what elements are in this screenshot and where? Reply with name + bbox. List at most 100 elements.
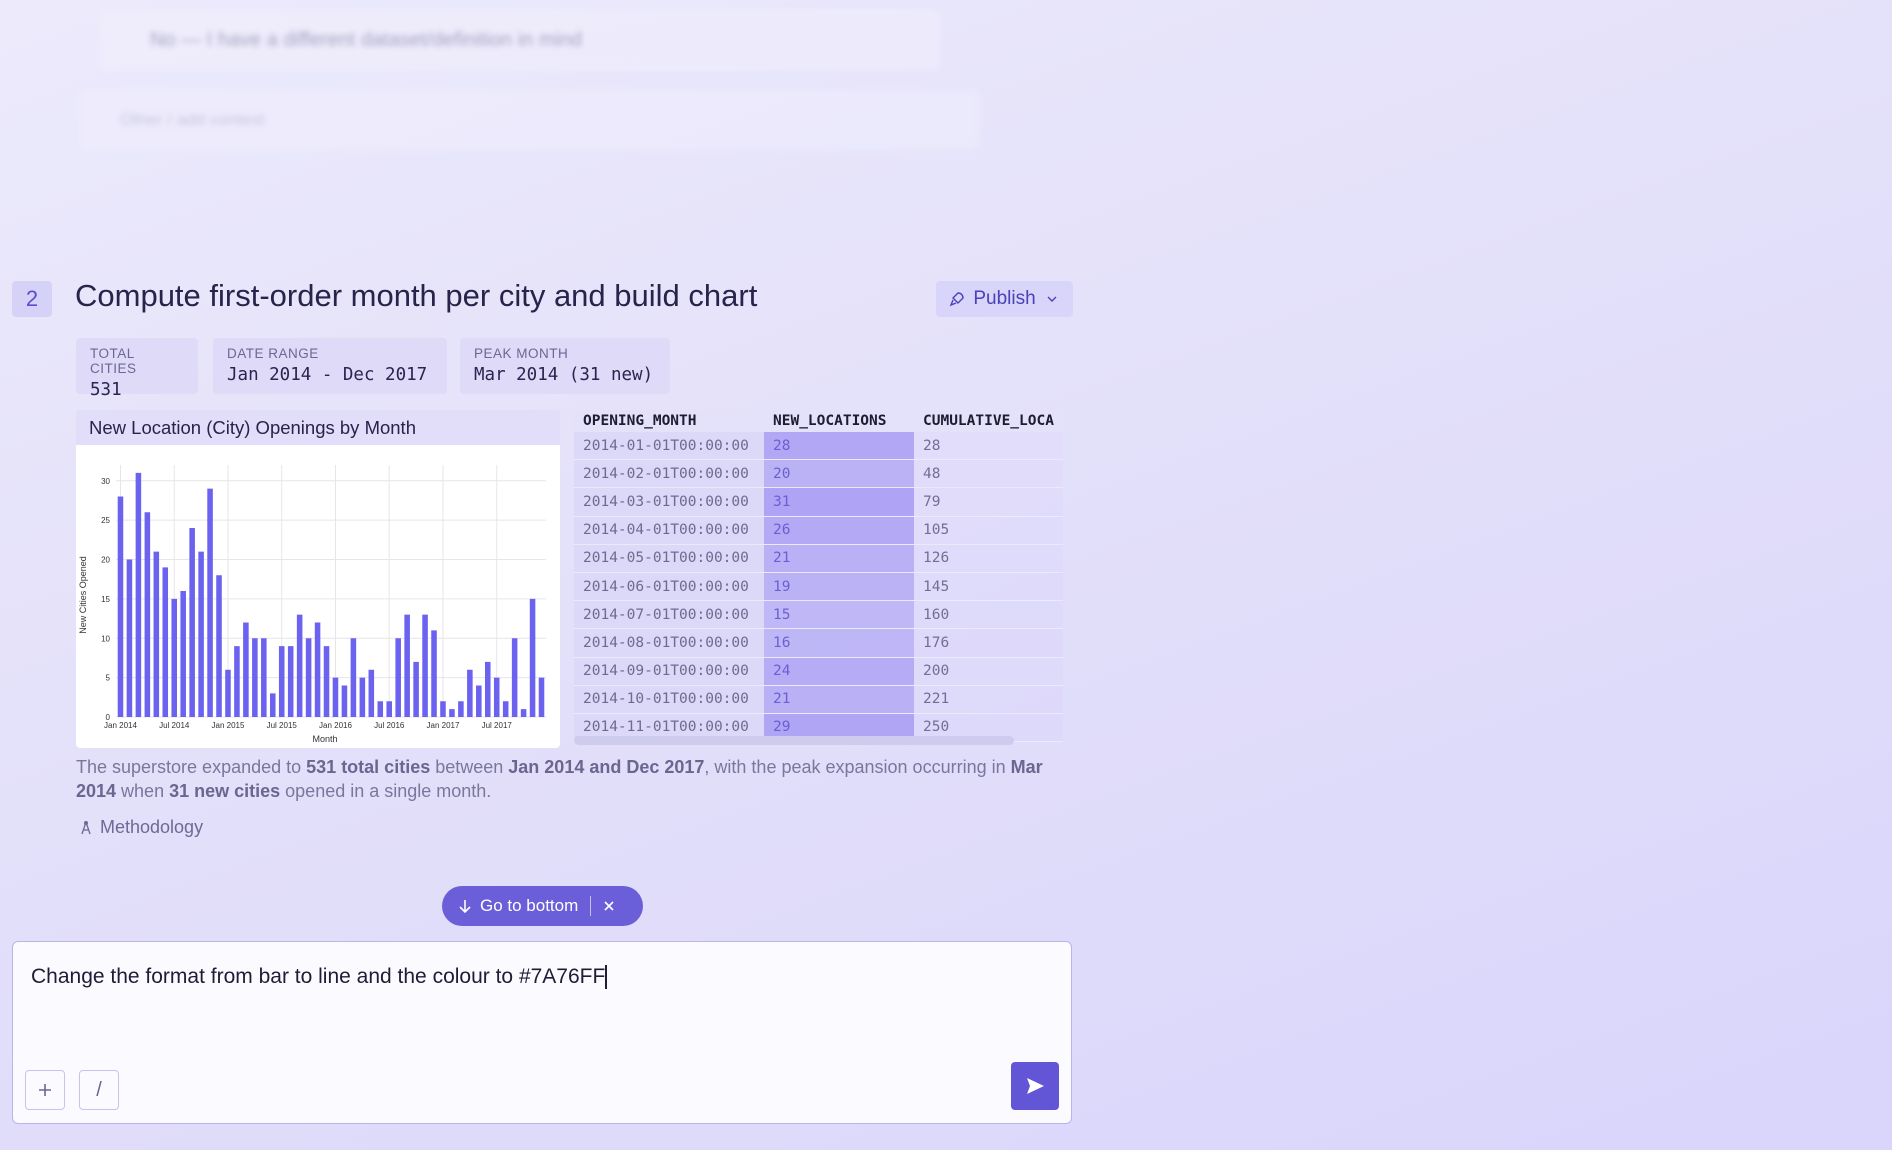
table-row[interactable]: 2014-10-01T00:00:00 21 221 — [574, 685, 1063, 714]
chart-bar[interactable] — [368, 669, 375, 717]
table-row[interactable]: 2014-03-01T00:00:00 31 79 — [574, 487, 1063, 517]
x-tick-label: Jan 2014 — [104, 721, 137, 730]
table-row[interactable]: 2014-05-01T00:00:00 21 126 — [574, 544, 1063, 573]
chart-bar[interactable] — [422, 614, 428, 718]
chart-bar[interactable] — [189, 528, 195, 717]
chart-bar[interactable] — [359, 677, 366, 718]
message-composer[interactable]: Change the format from bar to line and t… — [12, 941, 1072, 1124]
chart-bar[interactable] — [341, 685, 348, 718]
chart-bar[interactable] — [243, 622, 249, 718]
chart-bar[interactable] — [296, 614, 303, 718]
table-header-row: OPENING_MONTH NEW_LOCATIONS CUMULATIVE_L… — [574, 410, 1063, 432]
table-row[interactable]: 2014-09-01T00:00:00 24 200 — [574, 657, 1063, 686]
chart-bar[interactable] — [413, 661, 419, 718]
table-cell: 2014-03-01T00:00:00 — [574, 487, 764, 517]
chart-bar[interactable] — [305, 638, 312, 717]
table-row[interactable]: 2014-08-01T00:00:00 16 176 — [574, 628, 1063, 658]
chart-bar[interactable] — [287, 646, 294, 718]
chart-bar[interactable] — [404, 614, 410, 718]
chart-bar[interactable] — [323, 646, 330, 718]
chart-bar[interactable] — [269, 693, 276, 718]
chart-bar[interactable] — [126, 559, 133, 718]
chart-bar[interactable] — [511, 638, 518, 717]
column-header[interactable]: NEW_LOCATIONS — [764, 410, 914, 432]
x-tick-label: Jan 2017 — [427, 721, 460, 730]
chart-bar[interactable] — [395, 638, 401, 717]
bar-chart: 051015202530 Jan 2014 Jul 2014 Jan 2015 Jul… — [76, 445, 560, 748]
chart-bar[interactable] — [171, 598, 177, 718]
column-header[interactable]: CUMULATIVE_LOCA — [914, 410, 1063, 432]
table-cell: 2014-02-01T00:00:00 — [574, 459, 764, 489]
chart-card[interactable]: New Location (City) Openings by Month 05… — [76, 410, 560, 748]
table-cell: 2014-06-01T00:00:00 — [574, 572, 764, 602]
data-table[interactable]: OPENING_MONTH NEW_LOCATIONS CUMULATIVE_L… — [574, 410, 1072, 748]
table-row[interactable]: 2014-07-01T00:00:00 15 160 — [574, 600, 1063, 630]
chart-bar[interactable] — [467, 669, 473, 717]
step-title: Compute first-order month per city and b… — [75, 278, 758, 313]
chart-bar[interactable] — [440, 701, 446, 717]
add-attachment-button[interactable] — [25, 1070, 65, 1110]
table-cell: 26 — [764, 516, 914, 545]
chart-bar[interactable] — [278, 646, 285, 718]
chart-bar[interactable] — [234, 646, 240, 718]
table-cell: 16 — [764, 628, 914, 658]
table-cell: 48 — [914, 459, 1063, 489]
chart-bar[interactable] — [520, 709, 527, 718]
chart-bar[interactable] — [207, 488, 213, 718]
chart-bar[interactable] — [529, 598, 536, 718]
chart-bar[interactable] — [476, 685, 482, 718]
table-row[interactable]: 2014-04-01T00:00:00 26 105 — [574, 516, 1063, 545]
publish-button[interactable]: Publish — [936, 281, 1073, 317]
table-cell: 2014-08-01T00:00:00 — [574, 628, 764, 658]
chart-bar[interactable] — [162, 567, 169, 718]
stat-label: TOTAL CITIES — [90, 346, 137, 376]
compass-icon — [81, 820, 91, 834]
chart-bar[interactable] — [449, 709, 455, 718]
table-horizontal-scrollbar[interactable] — [574, 736, 1014, 745]
table-cell: 2014-05-01T00:00:00 — [574, 544, 764, 573]
go-to-bottom-label[interactable]: Go to bottom — [480, 896, 578, 916]
chart-bar[interactable] — [484, 661, 491, 718]
y-tick-label: 20 — [101, 556, 110, 565]
chart-bar[interactable] — [332, 677, 339, 718]
close-icon[interactable] — [603, 900, 615, 912]
chart-bar[interactable] — [252, 638, 258, 717]
slash-command-button[interactable]: / — [79, 1070, 119, 1110]
table-cell: 79 — [914, 487, 1063, 517]
chevron-down-icon — [1047, 296, 1057, 302]
chart-bar[interactable] — [261, 638, 267, 717]
table-row[interactable]: 2014-02-01T00:00:00 20 48 — [574, 459, 1063, 489]
column-header[interactable]: OPENING_MONTH — [574, 410, 764, 432]
chart-bar[interactable] — [216, 575, 222, 717]
y-tick-label: 30 — [101, 477, 110, 486]
table-cell: 2014-07-01T00:00:00 — [574, 600, 764, 630]
summary-part: , with the peak expansion occurring in — [704, 757, 1011, 777]
chart-bar[interactable] — [153, 551, 160, 718]
chart-bar[interactable] — [180, 591, 186, 717]
summary-part: The superstore expanded to — [76, 757, 307, 777]
chart-bar[interactable] — [314, 622, 321, 718]
table-row[interactable]: 2014-01-01T00:00:00 28 28 — [574, 432, 1063, 461]
chart-bar[interactable] — [386, 701, 392, 717]
chart-bar[interactable] — [117, 496, 124, 718]
composer-input[interactable]: Change the format from bar to line and t… — [31, 965, 608, 990]
chart-bar[interactable] — [431, 630, 437, 718]
summary-part: when — [116, 781, 170, 801]
chart-bar[interactable] — [350, 638, 357, 717]
send-button[interactable] — [1011, 1062, 1059, 1110]
chart-bar[interactable] — [493, 677, 500, 718]
methodology-link[interactable]: Methodology — [78, 817, 203, 838]
chart-title: New Location (City) Openings by Month — [89, 417, 416, 438]
chart-bar[interactable] — [135, 472, 142, 718]
chart-bar[interactable] — [377, 701, 384, 717]
stat-label: PEAK MONTH — [474, 346, 569, 361]
chart-bar[interactable] — [144, 512, 151, 717]
chart-bar[interactable] — [538, 677, 545, 718]
chart-bar[interactable] — [502, 701, 509, 717]
chart-bar[interactable] — [225, 669, 231, 717]
chart-bar[interactable] — [198, 551, 204, 718]
table-row[interactable]: 2014-06-01T00:00:00 19 145 — [574, 572, 1063, 602]
chart-bar[interactable] — [458, 701, 464, 717]
stat-peak-month: PEAK MONTH Mar 2014 (31 new) — [460, 338, 670, 394]
go-to-bottom-pill[interactable]: Go to bottom — [442, 886, 643, 926]
